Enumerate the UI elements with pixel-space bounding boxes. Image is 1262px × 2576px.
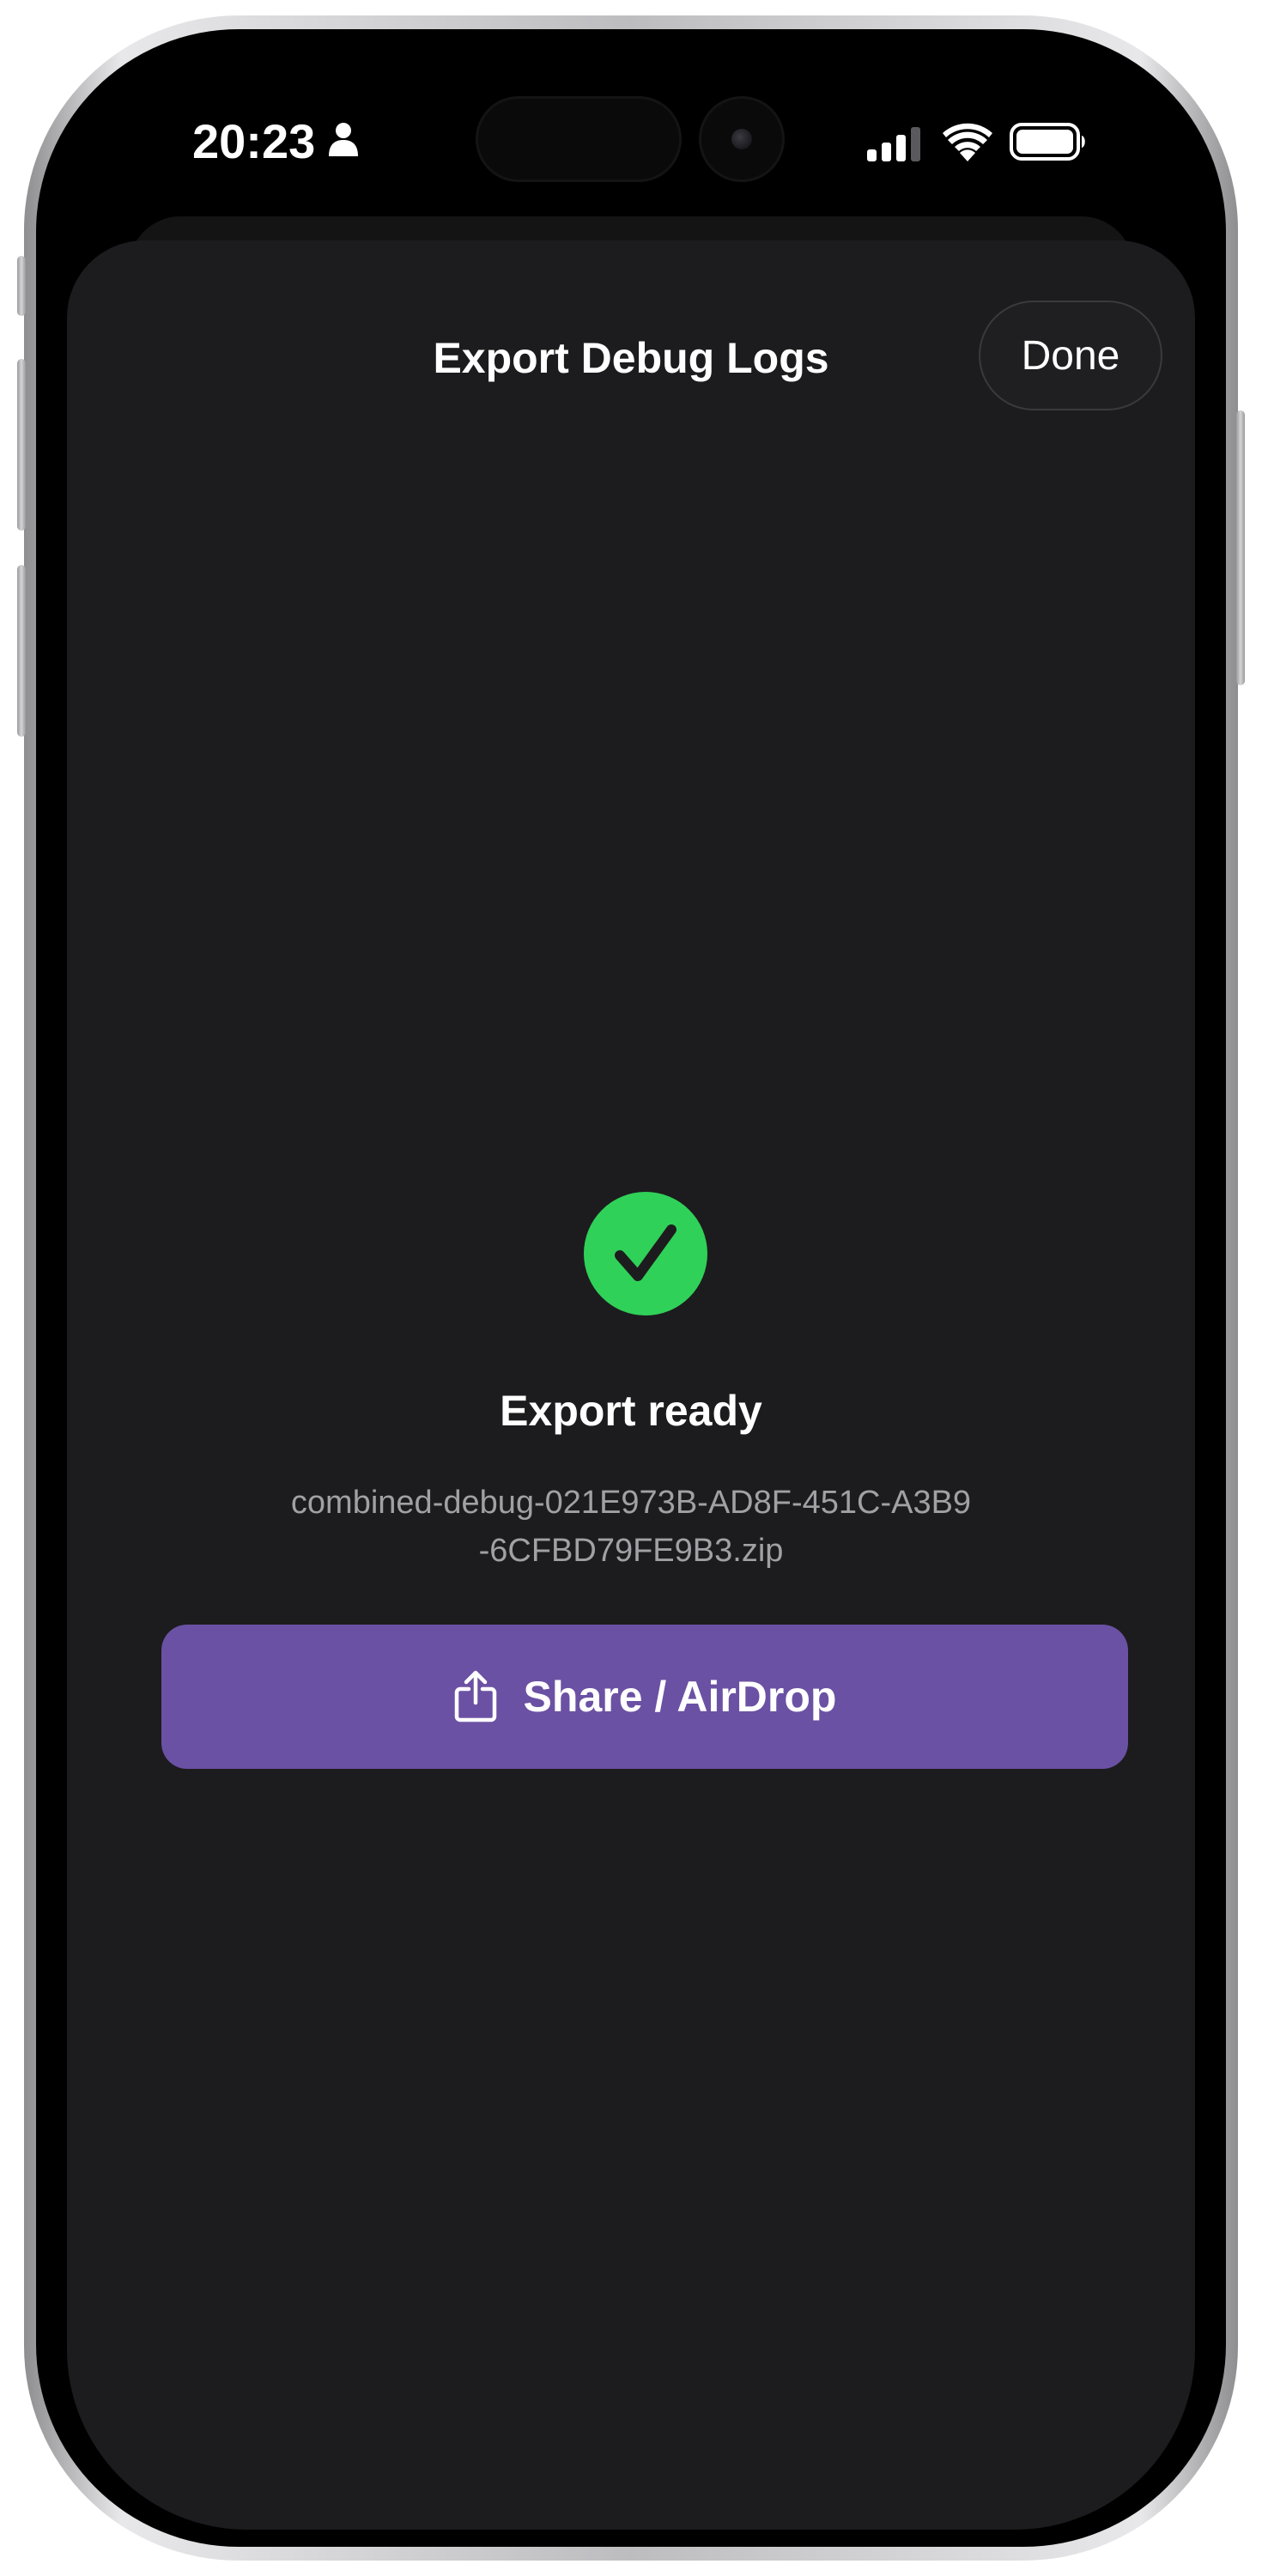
status-time: 20:23 [192,114,316,168]
volume-down-button [17,565,26,737]
export-ready-title: Export ready [500,1387,762,1435]
share-button-label: Share / AirDrop [523,1673,837,1721]
camera-lens [731,129,752,149]
volume-up-button [17,359,26,531]
export-sheet: Export Debug Logs Done Export ready comb… [67,240,1195,2530]
battery-icon [1010,123,1085,161]
person-icon [329,123,358,156]
screen: 20:23 Export Debug Logs Done Export read… [53,46,1209,2530]
status-bar: 20:23 [53,46,1209,218]
cellular-signal-icon [867,127,920,161]
share-icon [454,1670,496,1722]
share-airdrop-button[interactable]: Share / AirDrop [161,1625,1128,1769]
done-button[interactable]: Done [979,301,1162,410]
side-power-button [1236,410,1245,685]
export-file-name: combined-debug-021E973B-AD8F-451C-A3B9-6… [290,1485,972,1569]
dynamic-island-sensor [476,96,682,182]
action-button [17,256,26,316]
wifi-icon [943,123,992,161]
checkmark-circle-icon [584,1192,707,1315]
